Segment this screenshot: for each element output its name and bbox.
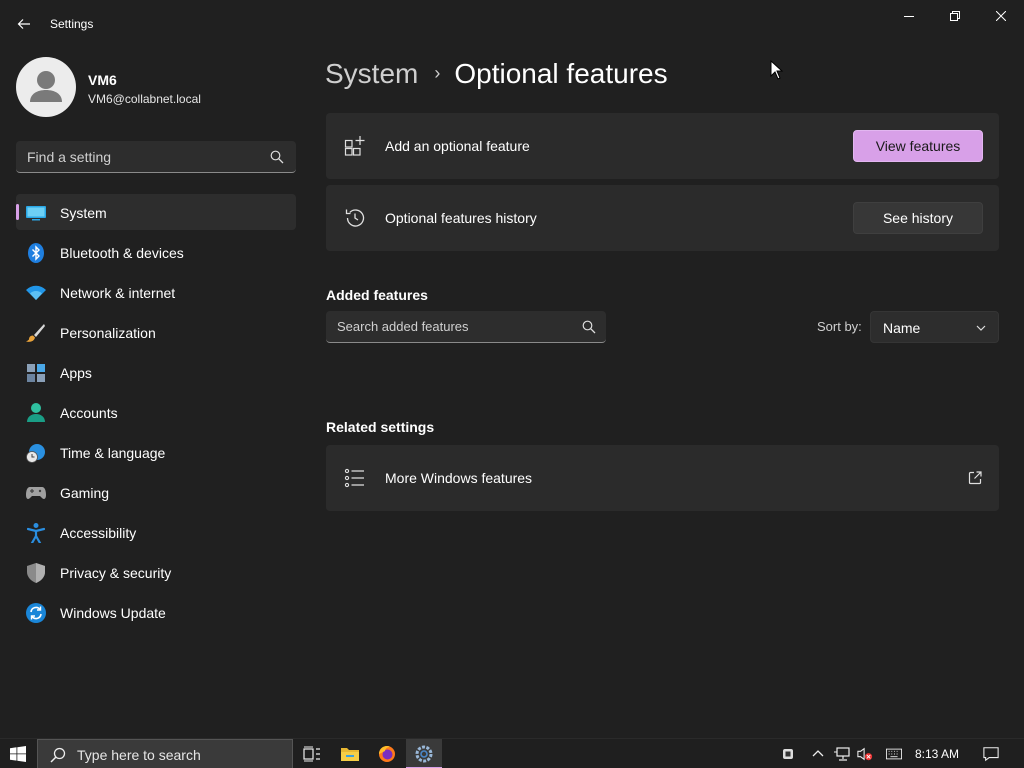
sort-by-value: Name <box>883 320 921 336</box>
gamepad-icon <box>26 483 46 503</box>
person-icon <box>26 403 46 423</box>
history-icon <box>345 209 365 227</box>
sidebar-item-apps[interactable]: Apps <box>16 354 296 390</box>
sidebar-item-system[interactable]: System <box>16 194 296 230</box>
add-feature-icon <box>344 136 365 156</box>
restore-button[interactable] <box>932 0 978 32</box>
apps-icon <box>26 363 46 383</box>
back-button[interactable] <box>12 12 36 36</box>
search-icon <box>582 320 596 334</box>
minimize-button[interactable] <box>886 0 932 32</box>
windows-logo-icon <box>10 746 26 762</box>
sort-by-label: Sort by: <box>817 319 862 334</box>
tray-notification-app-icon[interactable] <box>780 746 796 762</box>
taskbar-firefox[interactable] <box>369 739 405 768</box>
sidebar-item-label: Network & internet <box>60 285 176 301</box>
restore-icon <box>950 11 960 21</box>
close-icon <box>996 11 1006 21</box>
shield-icon <box>26 563 46 583</box>
list-icon <box>344 468 364 488</box>
wifi-icon <box>26 283 46 303</box>
chevron-down-icon <box>976 325 986 331</box>
sidebar-item-label: Bluetooth & devices <box>60 245 184 261</box>
related-settings-heading: Related settings <box>326 419 435 435</box>
user-name: VM6 <box>88 72 117 88</box>
sort-by-dropdown[interactable]: Name <box>870 311 999 343</box>
taskbar-settings[interactable] <box>406 739 442 768</box>
find-setting-placeholder: Find a setting <box>27 149 112 165</box>
sidebar-item-network-internet[interactable]: Network & internet <box>16 274 296 310</box>
update-icon <box>26 603 46 623</box>
add-optional-feature-label: Add an optional feature <box>385 138 530 154</box>
app-title: Settings <box>50 17 94 31</box>
notifications-icon[interactable] <box>983 746 999 762</box>
sidebar-item-label: Windows Update <box>60 605 166 621</box>
sidebar-item-accounts[interactable]: Accounts <box>16 394 296 430</box>
more-windows-features-label: More Windows features <box>385 470 533 486</box>
add-optional-feature-card: Add an optional feature View features <box>326 113 999 179</box>
user-email: VM6@collabnet.local <box>88 92 201 106</box>
taskbar-search-placeholder: Type here to search <box>77 747 201 763</box>
task-view-button[interactable] <box>294 739 330 768</box>
close-button[interactable] <box>978 0 1024 32</box>
sidebar-item-windows-update[interactable]: Windows Update <box>16 594 296 630</box>
monitor-icon <box>26 203 46 223</box>
volume-muted-icon[interactable] <box>857 746 873 762</box>
find-setting-input[interactable]: Find a setting <box>16 141 296 173</box>
breadcrumb-separator: › <box>434 63 441 83</box>
paintbrush-icon <box>26 323 46 343</box>
sidebar-item-label: Privacy & security <box>60 565 172 581</box>
sidebar-item-gaming[interactable]: Gaming <box>16 474 296 510</box>
start-button[interactable] <box>0 739 36 768</box>
network-icon[interactable] <box>834 746 850 762</box>
sidebar-item-accessibility[interactable]: Accessibility <box>16 514 296 550</box>
chevron-up-icon[interactable] <box>810 746 826 762</box>
arrow-left-icon <box>17 19 30 29</box>
taskbar-clock[interactable]: 8:13 AM <box>915 747 959 761</box>
taskbar-search-box[interactable]: Type here to search <box>37 739 293 768</box>
open-external-icon <box>968 471 982 485</box>
added-features-heading: Added features <box>326 287 428 303</box>
search-icon <box>270 150 284 164</box>
settings-gear-icon <box>415 745 433 763</box>
sidebar-item-label: Personalization <box>60 325 156 341</box>
sidebar-item-label: System <box>60 205 107 221</box>
user-profile[interactable]: VM6 VM6@collabnet.local <box>16 57 296 117</box>
search-added-features-placeholder: Search added features <box>337 319 469 334</box>
folder-icon <box>341 748 359 761</box>
sidebar-nav: System Bluetooth & devices Network & int… <box>16 194 296 634</box>
title-bar: Settings <box>0 0 1024 48</box>
firefox-icon <box>379 746 395 762</box>
sidebar-item-personalization[interactable]: Personalization <box>16 314 296 350</box>
accessibility-icon <box>26 523 46 543</box>
sidebar-item-label: Accounts <box>60 405 118 421</box>
task-view-icon <box>303 746 320 762</box>
sidebar-item-label: Gaming <box>60 485 110 501</box>
minimize-icon <box>904 16 914 17</box>
globe-clock-icon <box>26 443 46 463</box>
taskbar-file-explorer[interactable] <box>332 739 368 768</box>
sidebar-item-time-language[interactable]: Time & language <box>16 434 296 470</box>
see-history-button[interactable]: See history <box>853 202 983 234</box>
search-icon <box>50 747 66 763</box>
more-windows-features-card[interactable]: More Windows features <box>326 445 999 511</box>
search-added-features-input[interactable]: Search added features <box>326 311 606 343</box>
bluetooth-icon <box>26 243 46 263</box>
breadcrumb-parent-link[interactable]: System <box>325 58 418 90</box>
optional-features-history-card[interactable]: Optional features history See history <box>326 185 999 251</box>
page-title: Optional features <box>454 58 668 89</box>
sidebar-item-label: Time & language <box>60 445 166 461</box>
sidebar-item-privacy-security[interactable]: Privacy & security <box>16 554 296 590</box>
optional-features-history-label: Optional features history <box>385 210 537 226</box>
person-avatar-icon <box>30 71 62 102</box>
taskbar: Type here to search 8:13 AM <box>0 738 1024 768</box>
sidebar-item-bluetooth-devices[interactable]: Bluetooth & devices <box>16 234 296 270</box>
sidebar-item-label: Apps <box>60 365 92 381</box>
mouse-cursor-icon <box>770 60 784 80</box>
sidebar-item-label: Accessibility <box>60 525 137 541</box>
breadcrumb: System › Optional features <box>325 58 668 94</box>
view-features-button[interactable]: View features <box>853 130 983 162</box>
avatar <box>16 57 76 117</box>
keyboard-icon[interactable] <box>886 746 902 762</box>
